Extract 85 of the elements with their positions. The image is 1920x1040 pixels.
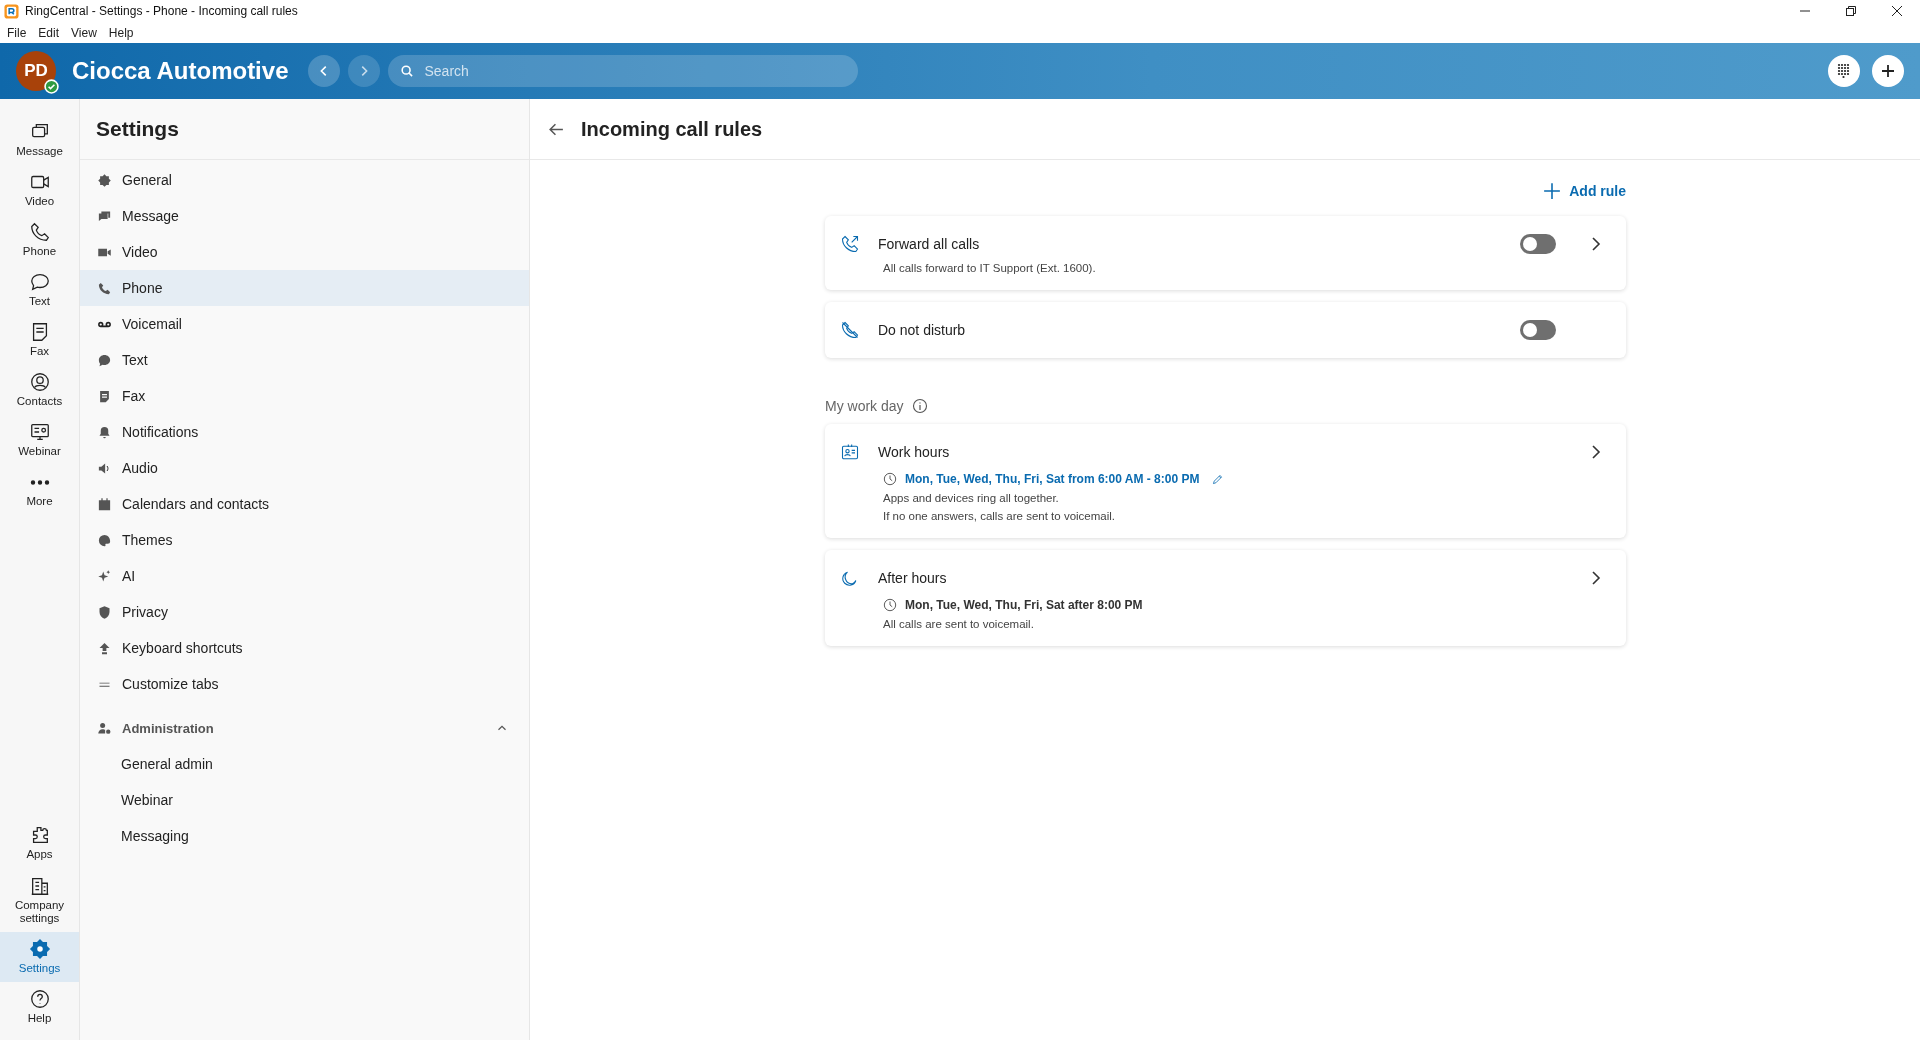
administration-group-header[interactable]: Administration: [80, 710, 529, 746]
window-title: RingCentral - Settings - Phone - Incoming call rules: [25, 4, 298, 18]
add-rule-button[interactable]: Add rule: [1543, 178, 1626, 204]
settings-category-icon: [97, 532, 112, 548]
schedule-title: After hours: [878, 570, 948, 586]
search-icon: [400, 64, 415, 78]
sidebar-item[interactable]: Audio: [80, 450, 529, 486]
settings-category-icon: [97, 172, 112, 188]
sidebar-item[interactable]: Text: [80, 342, 529, 378]
sidebar-item[interactable]: Messaging: [80, 818, 529, 854]
rail-tab[interactable]: Webinar: [0, 415, 79, 465]
rail-tab[interactable]: Video: [0, 165, 79, 215]
phone-icon: [28, 221, 51, 244]
id-card-icon: [840, 442, 860, 462]
menu-item[interactable]: File: [7, 25, 27, 40]
settings-category-icon: [97, 352, 112, 368]
rail-tab[interactable]: Text: [0, 265, 79, 315]
add-button[interactable]: [1872, 55, 1904, 87]
rail-tab[interactable]: Settings: [0, 932, 79, 982]
sidebar-item[interactable]: General admin: [80, 746, 529, 782]
rail-tab[interactable]: Fax: [0, 315, 79, 365]
rule-description: All calls forward to IT Support (Ext. 1600).: [882, 262, 1097, 274]
plus-icon: [1543, 182, 1562, 200]
phone-forward-icon: [840, 234, 860, 254]
settings-category-icon: [97, 568, 112, 584]
sidebar-item[interactable]: Message: [80, 198, 529, 234]
help-icon: [28, 988, 51, 1011]
section-title: My work day: [825, 398, 904, 414]
rule-title: Forward all calls: [878, 236, 981, 252]
rail-tab[interactable]: Company settings: [0, 868, 79, 932]
sidebar-item[interactable]: Webinar: [80, 782, 529, 818]
schedule-note: Apps and devices ring all together.: [882, 492, 1060, 504]
settings-category-icon: [97, 496, 112, 512]
dialpad-icon: [1836, 63, 1852, 79]
organization-name: Ciocca Automotive: [72, 57, 289, 85]
settings-category-icon: [97, 640, 112, 656]
schedule-title: Work hours: [878, 444, 951, 460]
schedule-card[interactable]: Work hours Mon, Tue, Wed, Thu, Fri, Sat from 6:00 AM - 8:00 PM Apps and devices ring all together. If no one answers, calls are sent to voicemail.: [825, 424, 1626, 538]
more-icon: [28, 480, 51, 486]
schedule-time: Mon, Tue, Wed, Thu, Fri, Sat from 6:00 AM - 8:00 PM: [905, 472, 1200, 486]
user-avatar[interactable]: PD: [16, 51, 56, 91]
schedule-note: All calls are sent to voicemail.: [882, 618, 1035, 630]
sidebar-item[interactable]: Notifications: [80, 414, 529, 450]
app-logo-icon: [4, 3, 19, 19]
menu-item[interactable]: Help: [108, 25, 134, 40]
rail-tab[interactable]: Contacts: [0, 365, 79, 415]
page-title: Incoming call rules: [581, 117, 763, 141]
sidebar-title: Settings: [80, 99, 529, 160]
rule-title: Do not disturb: [878, 322, 967, 338]
rail-tab[interactable]: Message: [0, 115, 79, 165]
sidebar-item[interactable]: Phone: [80, 270, 529, 306]
rail-tab[interactable]: More: [0, 465, 79, 515]
settings-category-icon: [97, 388, 112, 404]
clock-icon: [883, 472, 897, 486]
menu-item[interactable]: View: [71, 25, 97, 40]
rail-tab[interactable]: Phone: [0, 215, 79, 265]
settings-category-icon: [97, 424, 112, 440]
settings-icon: [28, 938, 51, 961]
settings-category-icon: [97, 280, 112, 296]
rule-toggle[interactable]: [1520, 234, 1556, 254]
sidebar-item[interactable]: Themes: [80, 522, 529, 558]
phone-crossed-icon: [840, 320, 860, 340]
dialpad-button[interactable]: [1828, 55, 1860, 87]
plus-icon: [1880, 63, 1896, 79]
menu-item[interactable]: Edit: [38, 25, 60, 40]
clock-icon: [883, 598, 897, 612]
schedule-note: If no one answers, calls are sent to voicemail.: [882, 510, 1117, 522]
sidebar-item[interactable]: General: [80, 162, 529, 198]
contacts-icon: [28, 371, 51, 394]
rail-tab[interactable]: Apps: [0, 818, 79, 868]
sidebar-item[interactable]: Privacy: [80, 594, 529, 630]
info-icon[interactable]: [911, 398, 928, 414]
rule-toggle[interactable]: [1520, 320, 1556, 340]
available-status-icon: [44, 79, 59, 94]
sidebar-item[interactable]: Voicemail: [80, 306, 529, 342]
sidebar-item[interactable]: Calendars and contacts: [80, 486, 529, 522]
sidebar-item[interactable]: Fax: [80, 378, 529, 414]
rail-tab[interactable]: Help: [0, 982, 79, 1032]
sidebar-item[interactable]: AI: [80, 558, 529, 594]
settings-category-icon: [97, 604, 112, 620]
sidebar-item[interactable]: Customize tabs: [80, 666, 529, 702]
sidebar-item[interactable]: Keyboard shortcuts: [80, 630, 529, 666]
sidebar-item[interactable]: Video: [80, 234, 529, 270]
schedule-time: Mon, Tue, Wed, Thu, Fri, Sat after 8:00 PM: [905, 598, 1143, 612]
schedule-card[interactable]: After hours Mon, Tue, Wed, Thu, Fri, Sat after 8:00 PM All calls are sent to voicemail.: [825, 550, 1626, 646]
